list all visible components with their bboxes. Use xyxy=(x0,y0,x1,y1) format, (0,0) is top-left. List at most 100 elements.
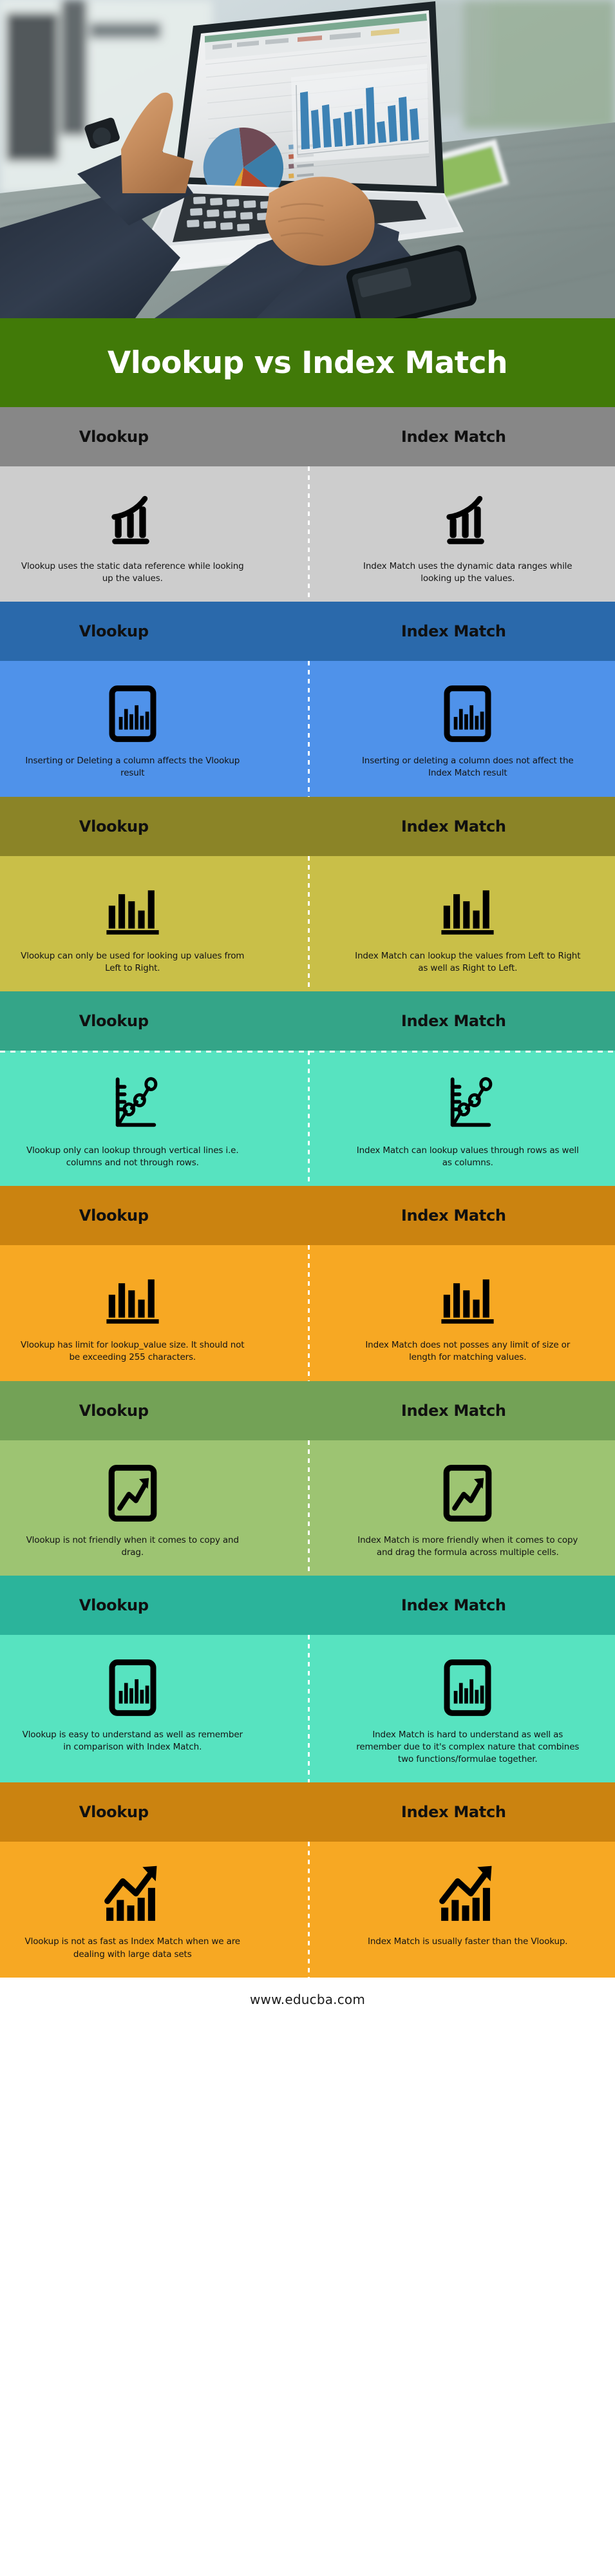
cell-vlookup: Vlookup has limit for lookup_value size.… xyxy=(0,1245,308,1380)
cell-index-match: Index Match is hard to understand as wel… xyxy=(308,1635,615,1782)
cell-index-match: Index Match is usually faster than the V… xyxy=(308,1842,615,1977)
icon-container xyxy=(440,1460,495,1527)
vertical-dashed-divider xyxy=(308,1440,310,1576)
row-body: Vlookup has limit for lookup_value size.… xyxy=(0,1245,615,1381)
icon-container xyxy=(104,1264,161,1331)
row-body: Vlookup can only be used for looking up … xyxy=(0,855,615,991)
vertical-dashed-divider xyxy=(308,855,310,991)
growth-bar-chart-icon xyxy=(111,495,149,544)
framed-trend-arrow-icon xyxy=(443,1464,492,1522)
plain-bar-chart-icon xyxy=(441,890,494,935)
trend-arrow-bars-icon xyxy=(104,1866,157,1922)
column-header-vlookup: Vlookup xyxy=(79,428,149,446)
row-header: Vlookup Index Match xyxy=(0,1380,615,1440)
cell-text-index-match: Index Match can lookup the values from L… xyxy=(355,950,581,973)
row-header: Vlookup Index Match xyxy=(0,991,615,1051)
comparison-row: Vlookup Index Match Vlookup has limit fo… xyxy=(0,1186,615,1381)
cell-text-vlookup: Vlookup uses the static data reference w… xyxy=(21,561,244,584)
cell-text-vlookup: Vlookup is not friendly when it comes to… xyxy=(26,1534,239,1558)
cell-vlookup: Vlookup can only be used for looking up … xyxy=(0,856,308,991)
row-header: Vlookup Index Match xyxy=(0,1186,615,1246)
cell-index-match: Index Match can lookup the values from L… xyxy=(308,856,615,991)
column-header-vlookup: Vlookup xyxy=(79,1401,149,1420)
cell-index-match: Index Match is more friendly when it com… xyxy=(308,1440,615,1576)
comparison-row: Vlookup Index Match Vlookup uses the sta… xyxy=(0,407,615,602)
framed-bar-chart-icon xyxy=(109,685,156,743)
growth-bar-chart-icon xyxy=(446,495,485,544)
column-header-vlookup: Vlookup xyxy=(79,622,149,641)
icon-container xyxy=(441,1654,494,1721)
infographic-root: Vlookup vs Index Match Vlookup Index Mat… xyxy=(0,0,615,2022)
column-header-index-match: Index Match xyxy=(401,622,506,641)
row-header: Vlookup Index Match xyxy=(0,1782,615,1842)
row-body: Vlookup uses the static data reference w… xyxy=(0,466,615,602)
icon-container xyxy=(441,680,494,747)
cell-text-index-match: Index Match does not posses any limit of… xyxy=(365,1340,571,1363)
icon-container xyxy=(104,875,161,942)
icon-container xyxy=(439,1264,496,1331)
plain-bar-chart-icon xyxy=(106,890,159,935)
line-plot-axis-icon xyxy=(115,1077,158,1127)
framed-trend-arrow-icon xyxy=(108,1464,157,1522)
cell-index-match: Inserting or deleting a column does not … xyxy=(308,661,615,796)
cell-vlookup: Vlookup uses the static data reference w… xyxy=(0,466,308,602)
footer: www.educba.com xyxy=(0,1977,615,2022)
row-header: Vlookup Index Match xyxy=(0,407,615,466)
cell-vlookup: Vlookup is easy to understand as well as… xyxy=(0,1635,308,1782)
page-title: Vlookup vs Index Match xyxy=(107,345,508,381)
comparison-row: Vlookup Index Match Vlookup is not frien… xyxy=(0,1380,615,1576)
row-body: Vlookup is not friendly when it comes to… xyxy=(0,1440,615,1576)
column-header-vlookup: Vlookup xyxy=(79,1207,149,1225)
framed-bar-chart-icon xyxy=(109,1659,156,1716)
cell-text-index-match: Index Match uses the dynamic data ranges… xyxy=(363,561,572,584)
row-body: Vlookup is not as fast as Index Match wh… xyxy=(0,1842,615,1978)
hero-photo xyxy=(0,0,615,318)
icon-container xyxy=(105,1460,160,1527)
row-body: Vlookup only can lookup through vertical… xyxy=(0,1050,615,1187)
icon-container xyxy=(106,1654,159,1721)
icon-container xyxy=(439,875,496,942)
plain-bar-chart-icon xyxy=(441,1279,494,1324)
cell-index-match: Index Match does not posses any limit of… xyxy=(308,1245,615,1380)
icon-container xyxy=(440,486,495,553)
row-header: Vlookup Index Match xyxy=(0,796,615,856)
column-header-index-match: Index Match xyxy=(401,1596,506,1614)
icon-container xyxy=(442,1070,493,1137)
vertical-dashed-divider xyxy=(308,661,310,797)
column-header-vlookup: Vlookup xyxy=(79,1596,149,1614)
row-header: Vlookup Index Match xyxy=(0,1575,615,1635)
vertical-dashed-divider xyxy=(308,466,310,602)
vertical-dashed-divider xyxy=(308,1245,310,1381)
icon-container xyxy=(106,680,159,747)
title-banner: Vlookup vs Index Match xyxy=(0,318,615,407)
icon-container xyxy=(105,486,160,553)
comparison-row: Vlookup Index Match Inserting or Deletin… xyxy=(0,602,615,797)
icon-container xyxy=(107,1070,158,1137)
cell-vlookup: Vlookup is not friendly when it comes to… xyxy=(0,1440,308,1576)
icon-container xyxy=(102,1861,164,1928)
column-header-index-match: Index Match xyxy=(401,1011,506,1030)
column-header-index-match: Index Match xyxy=(401,1803,506,1822)
column-header-index-match: Index Match xyxy=(401,428,506,446)
column-header-index-match: Index Match xyxy=(401,1401,506,1420)
vertical-dashed-divider xyxy=(308,1842,310,1978)
cell-text-vlookup: Vlookup is easy to understand as well as… xyxy=(22,1729,243,1753)
column-header-index-match: Index Match xyxy=(401,1207,506,1225)
row-header: Vlookup Index Match xyxy=(0,602,615,662)
cell-text-vlookup: Vlookup is not as fast as Index Match wh… xyxy=(24,1936,241,1960)
column-header-vlookup: Vlookup xyxy=(79,1803,149,1822)
comparison-row: Vlookup Index Match Vlookup only can loo… xyxy=(0,991,615,1187)
cell-text-index-match: Index Match is usually faster than the V… xyxy=(368,1936,568,1947)
comparison-row: Vlookup Index Match Vlookup is easy to u… xyxy=(0,1575,615,1783)
comparison-rows: Vlookup Index Match Vlookup uses the sta… xyxy=(0,407,615,1978)
column-header-index-match: Index Match xyxy=(401,817,506,835)
row-body: Vlookup is easy to understand as well as… xyxy=(0,1634,615,1783)
cell-text-index-match: Index Match can lookup values through ro… xyxy=(356,1145,579,1169)
vertical-dashed-divider xyxy=(308,1634,310,1783)
cell-index-match: Index Match can lookup values through ro… xyxy=(308,1051,615,1186)
framed-bar-chart-icon xyxy=(444,685,491,743)
cell-vlookup: Vlookup is not as fast as Index Match wh… xyxy=(0,1842,308,1977)
cell-text-index-match: Index Match is more friendly when it com… xyxy=(357,1534,578,1558)
comparison-row: Vlookup Index Match Vlookup can only be … xyxy=(0,796,615,991)
footer-url: www.educba.com xyxy=(249,1992,366,2008)
